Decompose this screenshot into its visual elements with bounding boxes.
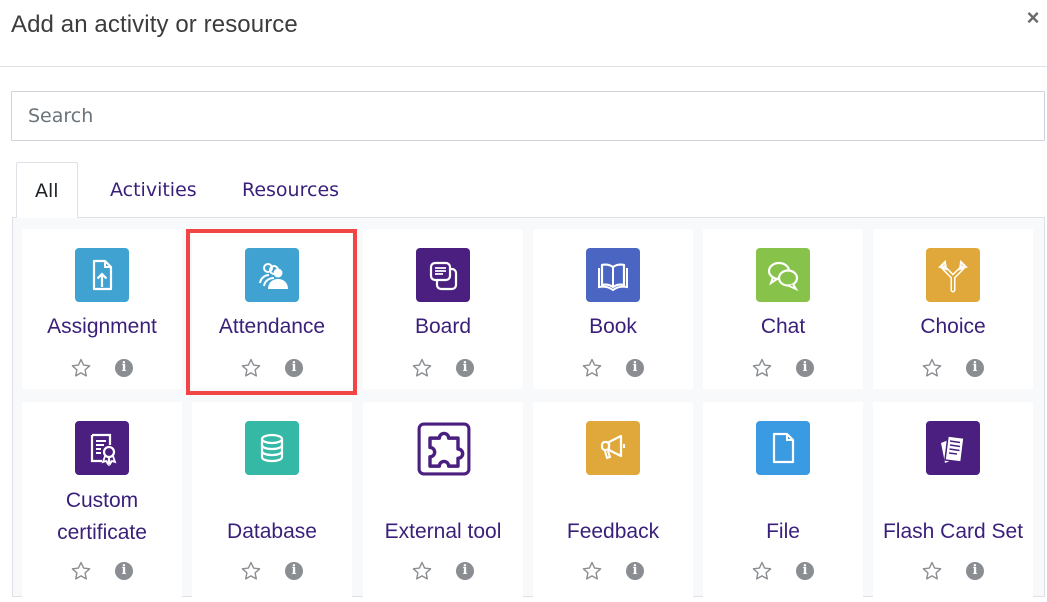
- module-actions: i: [703, 357, 863, 379]
- info-icon[interactable]: i: [966, 562, 984, 580]
- file-icon: [756, 421, 810, 475]
- module-tabs: All Activities Resources: [12, 162, 1045, 218]
- star-icon[interactable]: [921, 357, 943, 379]
- info-icon[interactable]: i: [796, 359, 814, 377]
- star-icon[interactable]: [751, 560, 773, 582]
- star-icon[interactable]: [581, 357, 603, 379]
- module-card-board[interactable]: Board i: [363, 229, 523, 389]
- attendance-people-icon: [245, 248, 299, 302]
- module-name[interactable]: Custom certificate: [22, 485, 182, 549]
- module-name[interactable]: Database: [192, 516, 352, 548]
- info-icon[interactable]: i: [626, 359, 644, 377]
- module-actions: i: [192, 560, 352, 582]
- star-icon[interactable]: [751, 357, 773, 379]
- info-icon[interactable]: i: [456, 562, 474, 580]
- close-icon[interactable]: ×: [1023, 6, 1043, 30]
- module-card-flash-card-set[interactable]: Flash Card Set i: [873, 402, 1033, 602]
- module-card-assignment[interactable]: Assignment i: [22, 229, 182, 389]
- module-card-external-tool[interactable]: External tool i: [363, 402, 523, 602]
- dialog-header: Add an activity or resource ×: [0, 0, 1047, 67]
- star-icon[interactable]: [240, 560, 262, 582]
- star-icon[interactable]: [70, 357, 92, 379]
- star-icon[interactable]: [411, 560, 433, 582]
- module-name[interactable]: Feedback: [533, 516, 693, 548]
- module-name[interactable]: Flash Card Set: [873, 516, 1033, 548]
- choice-fork-icon: [926, 248, 980, 302]
- tab-resources[interactable]: Resources: [224, 162, 357, 218]
- module-name[interactable]: Chat: [703, 311, 863, 343]
- star-icon[interactable]: [240, 357, 262, 379]
- module-name[interactable]: File: [703, 516, 863, 548]
- module-name[interactable]: External tool: [363, 516, 523, 548]
- info-icon[interactable]: i: [285, 562, 303, 580]
- info-icon[interactable]: i: [115, 562, 133, 580]
- module-actions: i: [363, 560, 523, 582]
- dialog-title: Add an activity or resource: [11, 11, 298, 38]
- assignment-upload-icon: [75, 248, 129, 302]
- module-card-attendance[interactable]: Attendance i: [192, 229, 352, 389]
- info-icon[interactable]: i: [456, 359, 474, 377]
- chat-bubbles-icon: [756, 248, 810, 302]
- info-icon[interactable]: i: [626, 562, 644, 580]
- star-icon[interactable]: [411, 357, 433, 379]
- info-icon[interactable]: i: [115, 359, 133, 377]
- module-card-chat[interactable]: Chat i: [703, 229, 863, 389]
- module-actions: i: [22, 357, 182, 379]
- database-icon: [245, 421, 299, 475]
- module-card-file[interactable]: File i: [703, 402, 863, 602]
- star-icon[interactable]: [581, 560, 603, 582]
- module-name[interactable]: Book: [533, 311, 693, 343]
- module-name[interactable]: Choice: [873, 311, 1033, 343]
- module-actions: i: [192, 357, 352, 379]
- puzzle-piece-icon: [416, 421, 472, 477]
- star-icon[interactable]: [921, 560, 943, 582]
- module-card-custom-certificate[interactable]: Custom certificate i: [22, 402, 182, 602]
- info-icon[interactable]: i: [285, 359, 303, 377]
- flash-cards-icon: [926, 421, 980, 475]
- certificate-icon: [75, 421, 129, 475]
- tab-activities[interactable]: Activities: [92, 162, 215, 218]
- module-actions: i: [533, 560, 693, 582]
- module-actions: i: [22, 560, 182, 582]
- module-actions: i: [873, 560, 1033, 582]
- module-card-feedback[interactable]: Feedback i: [533, 402, 693, 602]
- module-name[interactable]: Assignment: [22, 311, 182, 343]
- module-card-choice[interactable]: Choice i: [873, 229, 1033, 389]
- board-icon: [416, 248, 470, 302]
- module-card-book[interactable]: Book i: [533, 229, 693, 389]
- book-icon: [586, 248, 640, 302]
- module-actions: i: [703, 560, 863, 582]
- search-input[interactable]: [11, 91, 1045, 141]
- star-icon[interactable]: [70, 560, 92, 582]
- tab-all[interactable]: All: [16, 162, 78, 218]
- module-card-database[interactable]: Database i: [192, 402, 352, 602]
- module-actions: i: [873, 357, 1033, 379]
- info-icon[interactable]: i: [796, 562, 814, 580]
- module-name[interactable]: Board: [363, 311, 523, 343]
- module-name[interactable]: Attendance: [192, 311, 352, 343]
- module-actions: i: [533, 357, 693, 379]
- module-actions: i: [363, 357, 523, 379]
- megaphone-icon: [586, 421, 640, 475]
- info-icon[interactable]: i: [966, 359, 984, 377]
